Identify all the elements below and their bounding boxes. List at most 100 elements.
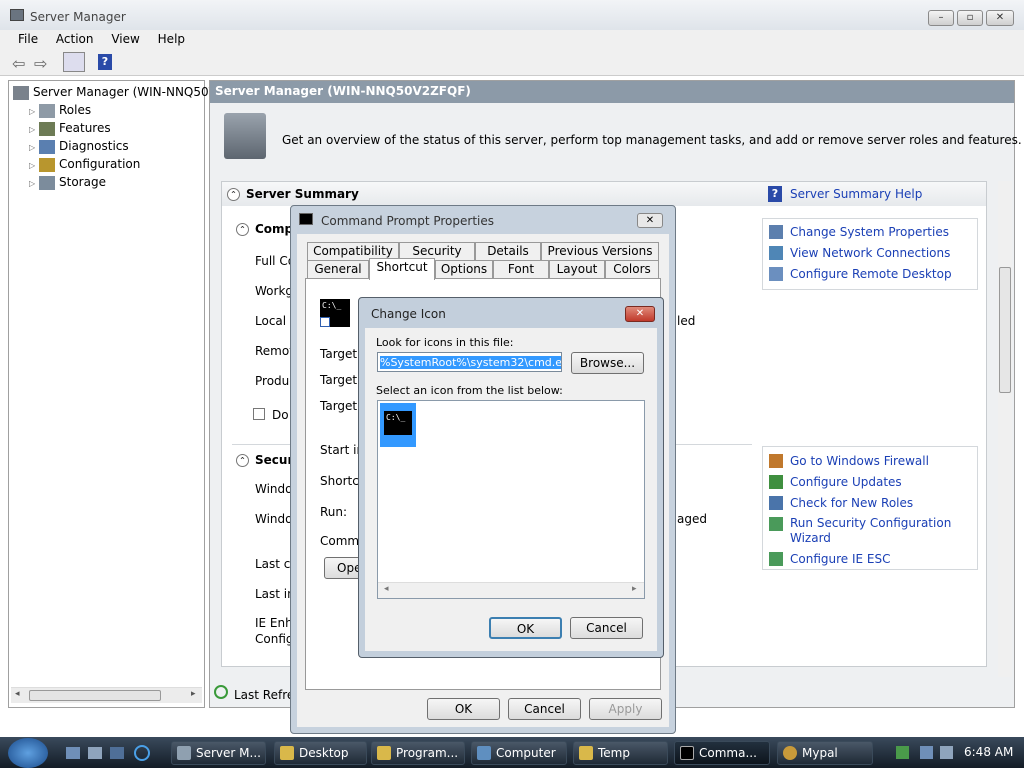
forward-icon[interactable]: ⇨	[34, 54, 47, 73]
icon-list-scrollbar[interactable]: ◂ ▸	[378, 582, 644, 598]
server-manager-icon	[177, 746, 191, 760]
cmd-close-button[interactable]: ✕	[637, 213, 663, 228]
collapse-icon[interactable]: ⌃	[236, 223, 249, 236]
tab-options[interactable]: Options	[435, 260, 493, 278]
run-security-configuration-wizard-link-line2[interactable]: Wizard	[790, 531, 831, 545]
switch-windows-icon[interactable]	[110, 747, 124, 759]
tree-item-storage[interactable]: ▷ Storage	[29, 173, 106, 191]
truncated-value: led	[677, 314, 696, 328]
menu-view[interactable]: View	[111, 32, 139, 46]
display-tray-icon[interactable]	[920, 746, 933, 759]
tab-colors[interactable]: Colors	[605, 260, 659, 278]
change-icon-cancel-button[interactable]: Cancel	[570, 617, 643, 639]
go-to-windows-firewall-link[interactable]: Go to Windows Firewall	[790, 454, 929, 468]
maximize-button[interactable]: ▫	[957, 10, 983, 26]
main-vertical-scrollbar[interactable]	[998, 181, 1012, 677]
task-program[interactable]: Program...	[371, 741, 465, 765]
check-for-new-roles-link[interactable]: Check for New Roles	[790, 496, 913, 510]
main-header: Server Manager (WIN-NNQ50V2ZFQF)	[210, 81, 1014, 103]
tree-item-roles[interactable]: ▷ Roles	[29, 101, 91, 119]
folder-icon	[579, 746, 593, 760]
change-icon-dialog: Change Icon ✕ Look for icons in this fil…	[358, 297, 664, 658]
scroll-thumb[interactable]	[29, 690, 161, 701]
collapse-icon[interactable]: ⌃	[227, 188, 240, 201]
tree-item-configuration[interactable]: ▷ Configuration	[29, 155, 140, 173]
scroll-right-icon[interactable]: ▸	[632, 584, 637, 594]
task-server-manager[interactable]: Server M...	[171, 741, 266, 765]
tab-layout[interactable]: Layout	[549, 260, 605, 278]
shortcut-arrow-icon	[320, 317, 330, 327]
cmd-apply-button[interactable]: Apply	[589, 698, 662, 720]
icon-list-item-selected[interactable]: C:\_	[380, 403, 416, 447]
scroll-thumb[interactable]	[999, 267, 1011, 393]
icon-file-input[interactable]: %SystemRoot%\system32\cmd.exe	[377, 352, 562, 372]
task-desktop[interactable]: Desktop	[274, 741, 367, 765]
task-computer[interactable]: Computer	[471, 741, 567, 765]
app-icon	[10, 9, 24, 21]
tasks-box-1: Change System Properties View Network Co…	[762, 218, 978, 290]
configure-updates-link[interactable]: Configure Updates	[790, 475, 902, 489]
show-hide-tree-icon[interactable]	[63, 52, 85, 72]
browse-button[interactable]: Browse...	[571, 352, 644, 374]
server-manager-quick-icon[interactable]	[88, 747, 102, 759]
tree-item-diagnostics[interactable]: ▷ Diagnostics	[29, 137, 129, 155]
server-summary-title: Server Summary	[246, 187, 359, 201]
info-row-label: Config	[255, 632, 294, 646]
checkbox[interactable]	[253, 408, 265, 420]
truncated-value: aged	[677, 512, 707, 526]
configure-ie-esc-link[interactable]: Configure IE ESC	[790, 552, 891, 566]
configure-remote-desktop-link[interactable]: Configure Remote Desktop	[790, 267, 952, 281]
tab-details[interactable]: Details	[475, 242, 541, 260]
tab-shortcut[interactable]: Shortcut	[369, 258, 435, 280]
tab-font[interactable]: Font	[493, 260, 549, 278]
task-temp[interactable]: Temp	[573, 741, 668, 765]
run-security-configuration-wizard-link[interactable]: Run Security Configuration	[790, 516, 951, 530]
change-icon-ok-button[interactable]: OK	[489, 617, 562, 639]
tree-item-features[interactable]: ▷ Features	[29, 119, 111, 137]
volume-icon[interactable]	[940, 746, 953, 759]
task-label: Desktop	[299, 746, 349, 760]
collapse-icon[interactable]: ⌃	[236, 454, 249, 467]
folder-icon	[280, 746, 294, 760]
change-system-properties-link[interactable]: Change System Properties	[790, 225, 949, 239]
look-for-icons-label: Look for icons in this file:	[376, 336, 514, 349]
view-network-connections-link[interactable]: View Network Connections	[790, 246, 950, 260]
cmd-icon	[680, 746, 694, 760]
task-label: Program...	[396, 746, 459, 760]
close-button[interactable]: ✕	[986, 10, 1014, 26]
tree-root[interactable]: Server Manager (WIN-NNQ50V2	[13, 83, 224, 101]
tab-previous-versions[interactable]: Previous Versions	[541, 242, 659, 260]
security-section-title: ⌃ Securi	[236, 453, 297, 467]
info-row-label: Windo	[255, 482, 293, 496]
scroll-left-icon[interactable]: ◂	[15, 689, 20, 699]
server-summary-help-link[interactable]: Server Summary Help	[790, 187, 922, 201]
change-icon-close-button[interactable]: ✕	[625, 306, 655, 322]
scroll-left-icon[interactable]: ◂	[384, 584, 389, 594]
scroll-right-icon[interactable]: ▸	[191, 689, 196, 699]
task-mypal[interactable]: Mypal	[777, 741, 873, 765]
menu-help[interactable]: Help	[158, 32, 185, 46]
show-desktop-icon[interactable]	[66, 747, 80, 759]
tab-general[interactable]: General	[307, 260, 369, 278]
minimize-button[interactable]: –	[928, 10, 954, 26]
expand-icon[interactable]: ▷	[29, 175, 39, 193]
refresh-icon	[214, 685, 228, 699]
task-label: Comma...	[699, 746, 757, 760]
clock[interactable]: 6:48 AM	[964, 745, 1013, 759]
security-config-icon	[769, 517, 783, 531]
start-button[interactable]	[8, 738, 48, 768]
help-icon[interactable]: ?	[98, 54, 112, 70]
browser-icon[interactable]	[134, 745, 150, 761]
cmd-cancel-button[interactable]: Cancel	[508, 698, 581, 720]
icon-list[interactable]: C:\_ ◂ ▸	[377, 400, 645, 599]
tree-pane: Server Manager (WIN-NNQ50V2 ▷ Roles ▷ Feat…	[8, 80, 224, 708]
cmd-ok-button[interactable]: OK	[427, 698, 500, 720]
menu-action[interactable]: Action	[56, 32, 94, 46]
tasks-box-2: Go to Windows Firewall Configure Updates…	[762, 446, 978, 570]
back-icon[interactable]: ⇦	[12, 54, 25, 73]
tree-horizontal-scrollbar[interactable]: ◂ ▸	[11, 687, 202, 703]
task-command-prompt[interactable]: Comma...	[674, 741, 770, 765]
network-tray-icon[interactable]	[896, 746, 909, 759]
cmd-icon: C:\_	[384, 411, 412, 435]
menu-file[interactable]: File	[18, 32, 38, 46]
